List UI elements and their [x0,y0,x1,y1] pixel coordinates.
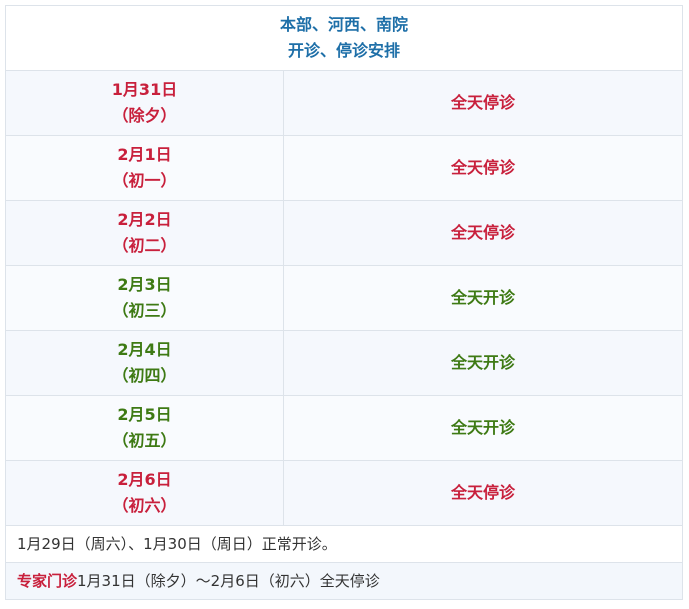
header-line-2: 开诊、停诊安排 [288,41,401,60]
day-text: （初一） [112,171,177,190]
schedule-table: 本部、河西、南院 开诊、停诊安排 1月31日 （除夕） 全天停诊 2月1日 （初… [4,5,684,600]
table-row: 2月6日 （初六） 全天停诊 [5,460,684,526]
day-text: （除夕） [112,106,177,125]
table-header: 本部、河西、南院 开诊、停诊安排 [4,5,684,71]
status-cell: 全天开诊 [282,330,684,396]
date-cell: 2月3日 （初三） [5,265,284,331]
table-row: 2月2日 （初二） 全天停诊 [5,200,684,266]
normal-open-note: 1月29日（周六）、1月30日（周日）正常开诊。 [4,525,684,563]
day-text: （初六） [112,496,177,515]
status-cell: 全天停诊 [282,70,684,136]
date-text: 2月4日 [117,340,172,359]
expert-clinic-text: 1月31日（除夕）～2月6日（初六）全天停诊 [77,572,380,590]
date-text: 2月3日 [117,275,172,294]
status-cell: 全天停诊 [282,200,684,266]
date-cell: 2月4日 （初四） [5,330,284,396]
table-row: 2月3日 （初三） 全天开诊 [5,265,684,331]
date-cell: 2月1日 （初一） [5,135,284,201]
date-cell: 2月5日 （初五） [5,395,284,461]
status-cell: 全天开诊 [282,265,684,331]
table-row: 2月4日 （初四） 全天开诊 [5,330,684,396]
day-text: （初四） [112,366,177,385]
expert-clinic-note: 专家门诊1月31日（除夕）～2月6日（初六）全天停诊 [4,562,684,600]
header-line-1: 本部、河西、南院 [280,15,409,34]
date-text: 2月6日 [117,470,172,489]
schedule-container: 本部、河西、南院 开诊、停诊安排 1月31日 （除夕） 全天停诊 2月1日 （初… [4,5,684,600]
table-row: 2月5日 （初五） 全天开诊 [5,395,684,461]
status-cell: 全天停诊 [282,135,684,201]
day-text: （初二） [112,236,177,255]
note-row-normal: 1月29日（周六）、1月30日（周日）正常开诊。 [4,525,684,563]
date-text: 2月5日 [117,405,172,424]
day-text: （初三） [112,301,177,320]
date-text: 2月2日 [117,210,172,229]
expert-clinic-label: 专家门诊 [17,572,78,590]
status-cell: 全天停诊 [282,460,684,526]
status-cell: 全天开诊 [282,395,684,461]
table-row: 1月31日 （除夕） 全天停诊 [5,70,684,136]
table-row: 2月1日 （初一） 全天停诊 [5,135,684,201]
note-row-expert: 专家门诊1月31日（除夕）～2月6日（初六）全天停诊 [4,562,684,600]
date-cell: 1月31日 （除夕） [5,70,284,136]
date-cell: 2月6日 （初六） [5,460,284,526]
date-text: 1月31日 [111,80,178,99]
date-cell: 2月2日 （初二） [5,200,284,266]
day-text: （初五） [112,431,177,450]
date-text: 2月1日 [117,145,172,164]
header-row: 本部、河西、南院 开诊、停诊安排 [4,5,684,71]
